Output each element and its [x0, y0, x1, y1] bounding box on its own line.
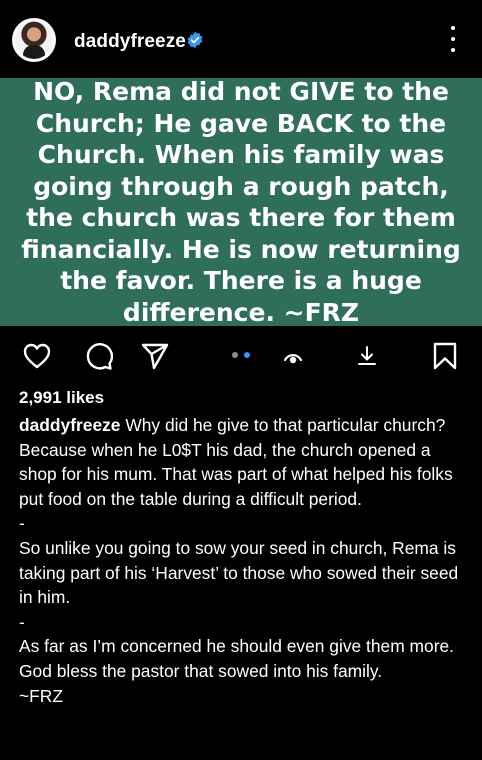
download-icon[interactable] [354, 343, 380, 369]
reshare-icon[interactable] [280, 343, 306, 369]
comment-icon[interactable] [83, 341, 113, 371]
post-image[interactable]: NO, Rema did not GIVE to the Church; He … [0, 77, 482, 327]
action-bar [0, 326, 482, 384]
carousel-indicator [232, 351, 254, 359]
verified-badge-icon [187, 31, 203, 49]
carousel-dot [232, 352, 238, 358]
caption: daddyfreeze Why did he give to that part… [19, 413, 469, 708]
post-text: NO, Rema did not GIVE to the Church; He … [21, 77, 461, 327]
caption-paragraph: So unlike you going to sow your seed in … [19, 537, 459, 608]
post-header: daddyfreeze [0, 0, 482, 78]
like-count[interactable]: 2,991 likes [19, 388, 104, 408]
carousel-dot-active [244, 352, 250, 358]
profile-photo [15, 21, 53, 59]
heart-icon[interactable] [22, 341, 52, 371]
avatar[interactable] [12, 18, 56, 62]
caption-separator: - [19, 611, 25, 632]
vertical-ellipsis-icon[interactable] [446, 26, 460, 52]
caption-signature: ~FRZ [19, 685, 63, 706]
username[interactable]: daddyfreeze [74, 31, 186, 53]
bookmark-icon[interactable] [430, 341, 460, 371]
caption-author[interactable]: daddyfreeze [19, 415, 120, 435]
share-icon[interactable] [140, 341, 170, 371]
caption-separator: - [19, 513, 25, 534]
caption-paragraph: As far as I’m concerned he should even g… [19, 636, 454, 681]
caption-paragraph: daddyfreeze Why did he give to that part… [19, 413, 469, 511]
